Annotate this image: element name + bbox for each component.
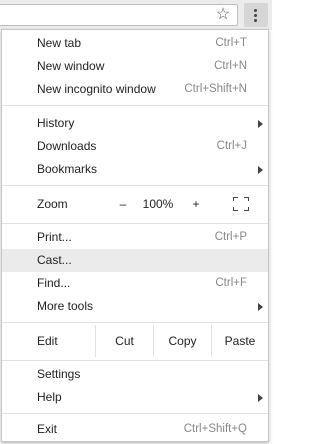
menu-separator [2, 223, 268, 224]
zoom-row: Zoom – 100% + [2, 188, 268, 220]
menu-item-label: Cast... [37, 253, 72, 267]
paste-button[interactable]: Paste [211, 325, 268, 357]
menu-item-print[interactable]: Print... Ctrl+P [2, 226, 268, 249]
browser-main-menu: New tab Ctrl+T New window Ctrl+N New inc… [1, 29, 269, 442]
menu-item-help[interactable]: Help [2, 386, 268, 409]
menu-item-label: New window [37, 59, 105, 73]
menu-item-shortcut: Ctrl+T [215, 37, 247, 49]
menu-item-label: Help [37, 390, 62, 404]
menu-item-history[interactable]: History [2, 112, 268, 135]
menu-item-find[interactable]: Find... Ctrl+F [2, 272, 268, 295]
zoom-in-button[interactable]: + [186, 188, 206, 220]
menu-item-shortcut: Ctrl+Shift+N [184, 83, 247, 95]
zoom-out-button[interactable]: – [113, 188, 133, 220]
menu-item-downloads[interactable]: Downloads Ctrl+J [2, 135, 268, 158]
zoom-level: 100% [142, 197, 174, 211]
menu-item-label: Settings [37, 367, 81, 381]
edit-label: Edit [37, 334, 58, 348]
menu-item-shortcut: Ctrl+F [215, 277, 247, 289]
menu-item-shortcut: Ctrl+P [214, 231, 247, 243]
menu-item-label: New incognito window [37, 82, 156, 96]
menu-item-bookmarks[interactable]: Bookmarks [2, 158, 268, 181]
star-icon[interactable]: ☆ [213, 5, 233, 25]
edit-row: Edit Cut Copy Paste [2, 325, 268, 357]
fullscreen-icon[interactable] [233, 197, 249, 211]
menu-item-more-tools[interactable]: More tools [2, 295, 268, 318]
submenu-arrow-icon [258, 303, 263, 311]
menu-item-label: Find... [37, 276, 71, 290]
menu-item-label: New tab [37, 36, 82, 50]
submenu-arrow-icon [258, 166, 263, 174]
menu-item-settings[interactable]: Settings [2, 363, 268, 386]
menu-item-new-window[interactable]: New window Ctrl+N [2, 55, 268, 78]
submenu-arrow-icon [258, 394, 263, 402]
submenu-arrow-icon [258, 120, 263, 128]
menu-item-label: History [37, 116, 75, 130]
address-bar[interactable] [0, 4, 238, 26]
menu-item-shortcut: Ctrl+J [216, 140, 247, 152]
menu-item-shortcut: Ctrl+Shift+Q [183, 423, 247, 435]
browser-toolbar: ☆ [0, 0, 272, 30]
menu-separator [2, 185, 268, 186]
menu-separator [2, 413, 268, 414]
menu-item-label: More tools [37, 299, 94, 313]
menu-item-label: Print... [37, 230, 72, 244]
cut-button[interactable]: Cut [95, 325, 153, 357]
menu-separator [2, 105, 268, 106]
vertical-dots-icon[interactable] [244, 3, 268, 27]
menu-separator [2, 322, 268, 323]
menu-item-label: Bookmarks [37, 162, 98, 176]
zoom-label: Zoom [37, 197, 68, 211]
menu-item-new-incognito-window[interactable]: New incognito window Ctrl+Shift+N [2, 78, 268, 101]
copy-button[interactable]: Copy [153, 325, 211, 357]
menu-item-cast[interactable]: Cast... [2, 249, 268, 272]
menu-item-exit[interactable]: Exit Ctrl+Shift+Q [2, 418, 268, 441]
menu-item-new-tab[interactable]: New tab Ctrl+T [2, 32, 268, 55]
menu-item-label: Exit [37, 422, 58, 436]
menu-separator [2, 360, 268, 361]
menu-item-shortcut: Ctrl+N [214, 60, 247, 72]
menu-item-label: Downloads [37, 139, 97, 153]
